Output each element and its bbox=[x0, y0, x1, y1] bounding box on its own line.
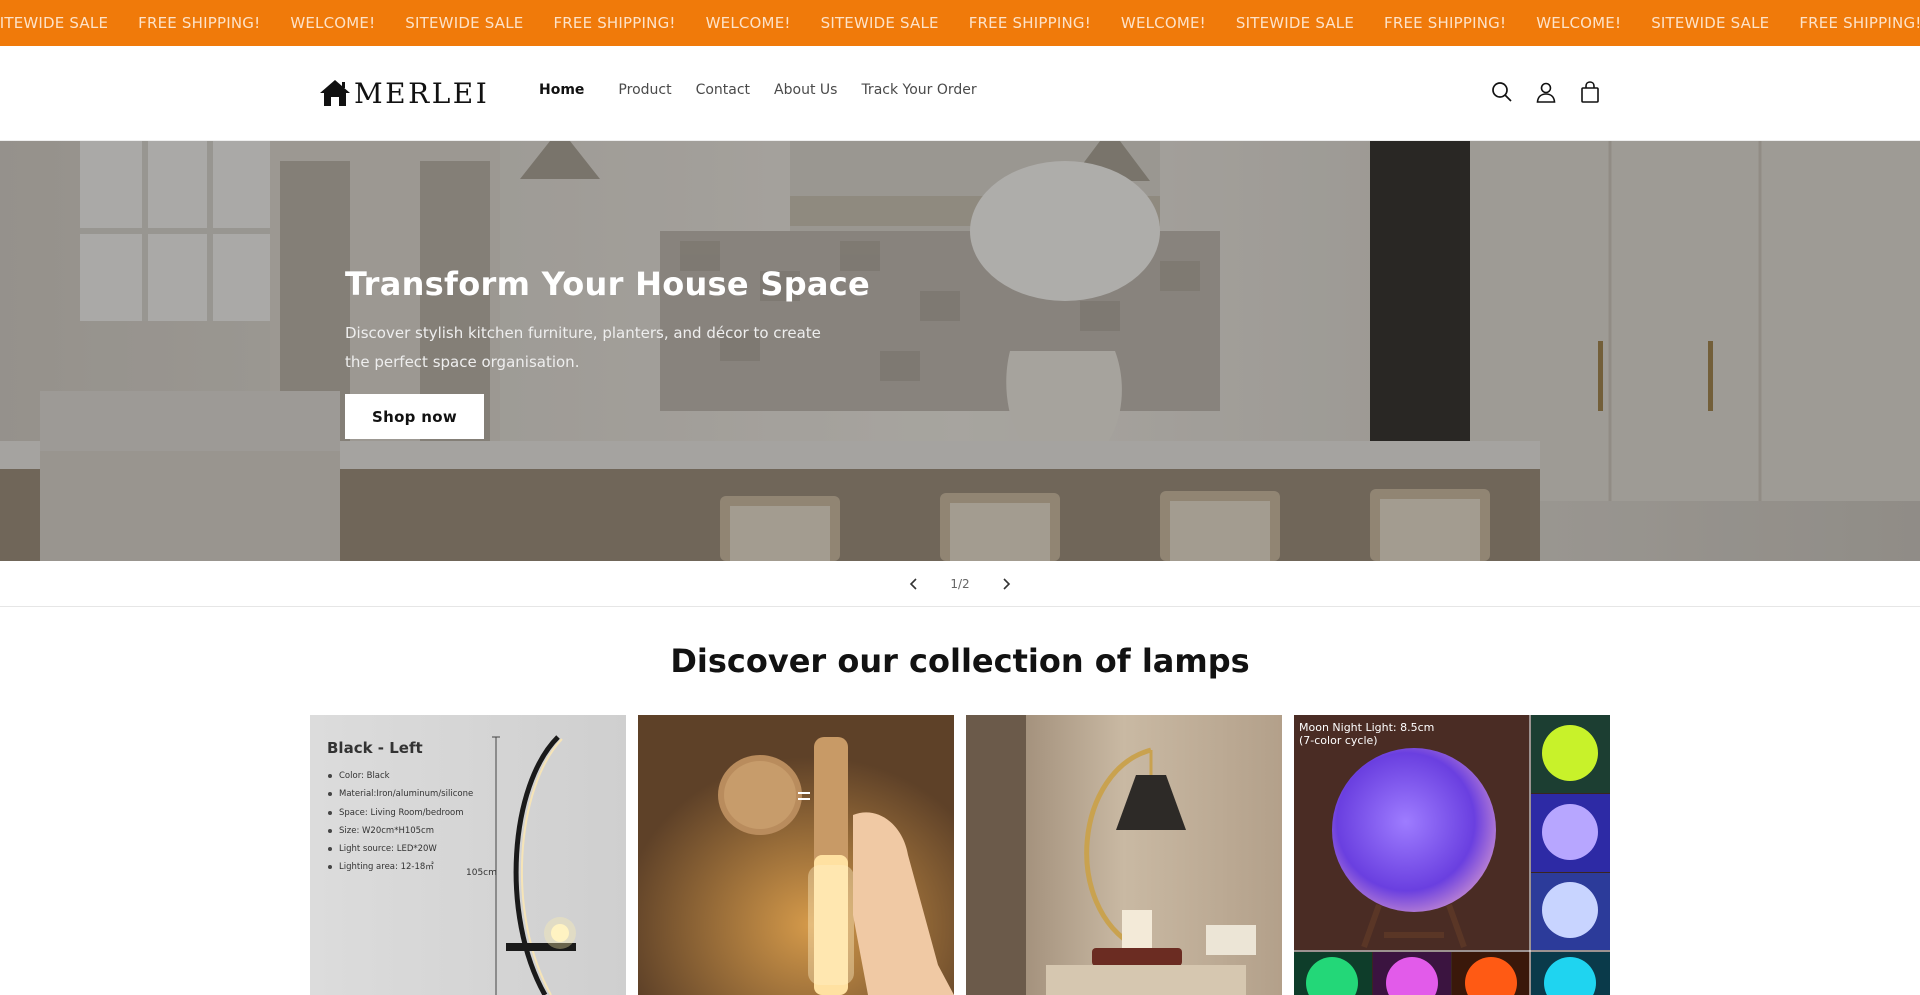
announcement-item: SITEWIDE SALE bbox=[820, 14, 939, 32]
collection-title: Discover our collection of lamps bbox=[670, 642, 1250, 680]
search-icon[interactable] bbox=[1488, 78, 1516, 106]
cart-icon[interactable] bbox=[1576, 78, 1604, 106]
moon-label-line1: Moon Night Light: 8.5cm bbox=[1299, 721, 1435, 734]
product-card-table-lamp[interactable] bbox=[966, 715, 1282, 995]
announcement-item: FREE SHIPPING! bbox=[138, 14, 261, 32]
slider-controls: 1/2 bbox=[0, 561, 1920, 607]
announcement-item: FREE SHIPPING! bbox=[1799, 14, 1920, 32]
announcement-item: SITEWIDE SALE bbox=[1651, 14, 1770, 32]
product-card-magnetic-lamp[interactable] bbox=[638, 715, 954, 995]
shop-now-button[interactable]: Shop now bbox=[345, 394, 484, 439]
collection-grid: Black - Left Color: Black Material:Iron/… bbox=[310, 715, 1610, 995]
magnetic-lamp-image bbox=[638, 715, 954, 995]
main-nav: Home Product Contact About Us Track Your… bbox=[539, 82, 1001, 98]
announcement-item: SITEWIDE SALE bbox=[405, 14, 524, 32]
hero-banner: Transform Your House Space Discover styl… bbox=[0, 141, 1920, 561]
announcement-item: WELCOME! bbox=[290, 14, 376, 32]
site-header: MERLEI Home Product Contact About Us Tra… bbox=[0, 46, 1920, 141]
announcement-item: FREE SHIPPING! bbox=[968, 14, 1091, 32]
announcement-bar: SITEWIDE SALE FREE SHIPPING! WELCOME! SITEW… bbox=[0, 0, 1920, 46]
nav-contact[interactable]: Contact bbox=[696, 82, 750, 98]
table-lamp-image bbox=[966, 715, 1282, 995]
moon-light-image bbox=[1294, 715, 1610, 995]
slide-prev-button[interactable] bbox=[900, 570, 928, 598]
product-card-wall-lamp[interactable]: Black - Left Color: Black Material:Iron/… bbox=[310, 715, 626, 995]
product-card-moon-light[interactable]: Moon Night Light: 8.5cm (7-color cycle) bbox=[1294, 715, 1610, 995]
nav-product[interactable]: Product bbox=[618, 82, 671, 98]
nav-about-us[interactable]: About Us bbox=[774, 82, 837, 98]
header-icons bbox=[1488, 78, 1604, 106]
chevron-right-icon bbox=[1003, 577, 1010, 590]
arc-lamp-illustration bbox=[492, 735, 576, 995]
announcement-item: SITEWIDE SALE bbox=[1235, 14, 1355, 32]
dimension-label: 105cm bbox=[466, 868, 497, 878]
logo[interactable]: MERLEI bbox=[318, 76, 489, 110]
account-icon[interactable] bbox=[1532, 78, 1560, 106]
announcement-track: SITEWIDE SALE FREE SHIPPING! WELCOME! SITEW… bbox=[0, 0, 1920, 46]
logo-text: MERLEI bbox=[354, 76, 490, 110]
house-icon bbox=[320, 80, 350, 106]
announcement-item: FREE SHIPPING! bbox=[1384, 14, 1507, 32]
nav-home[interactable]: Home bbox=[539, 82, 584, 98]
moon-label-line2: (7-color cycle) bbox=[1299, 734, 1378, 747]
announcement-item: SITEWIDE SALE bbox=[0, 14, 109, 32]
announcement-item: FREE SHIPPING! bbox=[553, 14, 676, 32]
nav-track-order[interactable]: Track Your Order bbox=[861, 82, 976, 98]
slide-counter: 1/2 bbox=[950, 576, 970, 591]
chevron-left-icon bbox=[910, 577, 917, 590]
announcement-item: WELCOME! bbox=[705, 14, 791, 32]
moon-light-label: Moon Night Light: 8.5cm (7-color cycle) bbox=[1299, 721, 1434, 747]
hero-overlay bbox=[0, 141, 1920, 561]
hero-subtitle: Discover stylish kitchen furniture, plan… bbox=[345, 324, 821, 371]
announcement-item: WELCOME! bbox=[1536, 14, 1622, 32]
announcement-item: WELCOME! bbox=[1120, 14, 1206, 32]
slide-next-button[interactable] bbox=[992, 570, 1020, 598]
hero-title: Transform Your House Space bbox=[345, 265, 871, 303]
